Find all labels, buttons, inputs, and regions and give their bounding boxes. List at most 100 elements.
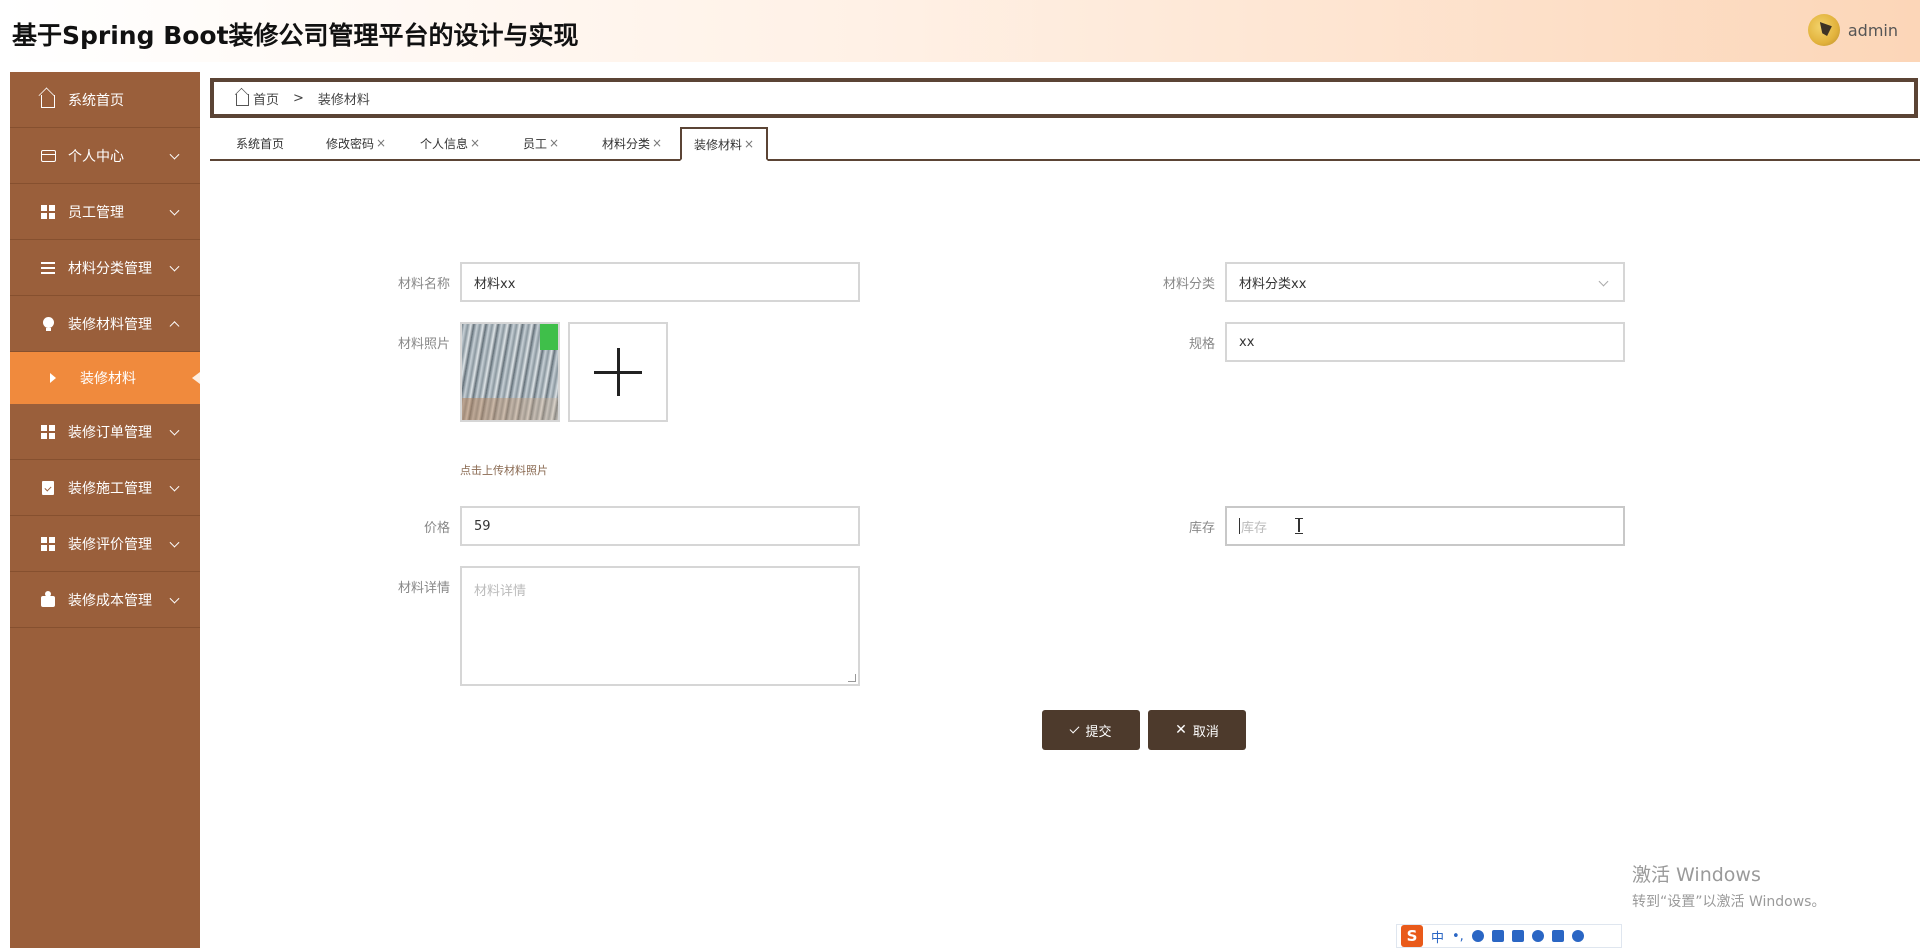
sidebar-item-material-category[interactable]: 材料分类管理 [10,240,200,296]
sidebar-item-label: 装修成本管理 [68,592,152,609]
material-category-label: 材料分类 [1162,277,1215,292]
avatar[interactable] [1807,14,1840,46]
spec-input[interactable]: xx [1225,322,1625,362]
tab-bar: 系统首页 修改密码 × 个人信息 × 员工 × 材料分类 × 装修材料 × [210,127,1920,161]
material-photo-label: 材料照片 [397,337,450,352]
tab-label: 员工 [522,136,547,151]
sidebar-item-construction[interactable]: 装修施工管理 [10,460,200,516]
tab-home[interactable]: 系统首页 [210,127,310,159]
text-caret [1239,518,1240,534]
sidebar-item-personal-center[interactable]: 个人中心 [10,128,200,184]
settings-icon[interactable] [1571,930,1584,942]
upload-photo-button[interactable] [568,322,668,422]
breadcrumb: 首页 > 装修材料 [210,78,1918,118]
material-detail-textarea[interactable]: 材料详情 [460,566,860,686]
text-cursor-icon [1295,518,1303,534]
skin-icon[interactable] [1511,930,1524,942]
submit-button[interactable]: 提交 [1042,710,1140,750]
sidebar-item-label: 装修订单管理 [68,424,152,441]
cancel-button[interactable]: ✕ 取消 [1148,710,1246,750]
close-icon[interactable]: × [376,136,386,150]
cancel-label: 取消 [1192,724,1219,740]
stock-placeholder: 库存 [1241,520,1268,536]
price-input[interactable]: 59 [460,506,860,546]
tab-personal-info[interactable]: 个人信息 × [402,127,498,159]
breadcrumb-separator: > [293,90,304,106]
close-icon[interactable]: × [549,136,559,150]
chevron-down-icon [169,537,180,548]
list-icon [40,260,56,276]
tab-label: 个人信息 [419,136,468,151]
sidebar: 系统首页 个人中心 员工管理 材料分类管理 装修材料管理 装修材料 装修订单管理… [10,72,200,948]
spec-label: 规格 [1188,337,1215,352]
material-category-select[interactable]: 材料分类xx [1225,262,1625,302]
breadcrumb-home[interactable]: 首页 [253,89,279,108]
chevron-up-icon [169,320,180,331]
home-icon[interactable] [236,93,249,106]
close-icon[interactable]: × [744,137,754,151]
bulb-icon [40,316,56,332]
tab-label: 修改密码 [325,136,374,151]
sidebar-item-label: 装修材料管理 [68,316,152,333]
watermark-line1: 激活 Windows [1632,864,1761,886]
sidebar-item-review[interactable]: 装修评价管理 [10,516,200,572]
material-detail-placeholder: 材料详情 [474,584,527,599]
sidebar-item-cost[interactable]: 装修成本管理 [10,572,200,628]
sidebar-item-label: 员工管理 [68,204,124,221]
user-name[interactable]: admin [1848,21,1898,40]
sidebar-subitem-material[interactable]: 装修材料 [10,352,200,404]
material-category-value: 材料分类xx [1239,276,1307,292]
sidebar-item-material[interactable]: 装修材料管理 [10,296,200,352]
sidebar-item-label: 系统首页 [68,92,124,109]
sidebar-subitem-label: 装修材料 [80,371,136,387]
material-name-label: 材料名称 [397,277,450,292]
spec-value: xx [1239,334,1255,350]
sidebar-item-employee[interactable]: 员工管理 [10,184,200,240]
user-menu[interactable]: admin [1807,14,1898,46]
microphone-icon[interactable] [1471,930,1484,942]
tab-material-category[interactable]: 材料分类 × [584,127,680,159]
stock-input[interactable]: 库存 [1225,506,1625,546]
chevron-down-icon [169,593,180,604]
submit-label: 提交 [1085,724,1112,740]
chevron-down-icon [1598,276,1609,287]
ime-mode[interactable]: 中 [1431,927,1444,946]
robot-icon[interactable] [1531,930,1544,942]
material-detail-label: 材料详情 [397,581,450,596]
sidebar-item-home[interactable]: 系统首页 [10,72,200,128]
ime-toolbar[interactable]: S 中 •, [1396,924,1622,948]
chevron-down-icon [169,261,180,272]
price-value: 59 [474,518,491,534]
ime-logo[interactable]: S [1401,925,1423,947]
tab-change-password[interactable]: 修改密码 × [310,127,402,159]
apps-icon[interactable] [1551,930,1564,942]
windows-activation-watermark: 激活 Windows 转到“设置”以激活 Windows。 [1632,860,1825,911]
resize-handle-icon[interactable] [848,674,856,682]
ime-punct[interactable]: •, [1452,929,1464,944]
close-icon[interactable]: × [470,136,480,150]
sidebar-item-label: 装修评价管理 [68,536,152,553]
grid-icon [40,424,56,440]
close-icon[interactable]: × [652,136,662,150]
upload-hint[interactable]: 点击上传材料照片 [460,462,548,478]
tab-label: 材料分类 [601,136,650,151]
grid-icon [40,536,56,552]
card-icon [40,148,56,164]
tab-label: 装修材料 [693,137,742,152]
tab-employee[interactable]: 员工 × [498,127,584,159]
keyboard-icon[interactable] [1491,930,1504,942]
breadcrumb-current: 装修材料 [317,92,370,108]
chevron-down-icon [169,149,180,160]
grid-icon [40,204,56,220]
coin-icon [40,590,56,608]
material-photo-thumbnail[interactable] [460,322,560,422]
check-icon [1070,723,1080,734]
tab-material[interactable]: 装修材料 × [680,127,768,161]
sidebar-item-order[interactable]: 装修订单管理 [10,404,200,460]
chevron-down-icon [169,205,180,216]
material-name-input[interactable]: 材料xx [460,262,860,302]
top-header: 基于Spring Boot装修公司管理平台的设计与实现 admin [0,0,1920,62]
sidebar-item-label: 装修施工管理 [68,480,152,497]
stock-label: 库存 [1188,521,1215,536]
material-name-value: 材料xx [474,276,516,292]
